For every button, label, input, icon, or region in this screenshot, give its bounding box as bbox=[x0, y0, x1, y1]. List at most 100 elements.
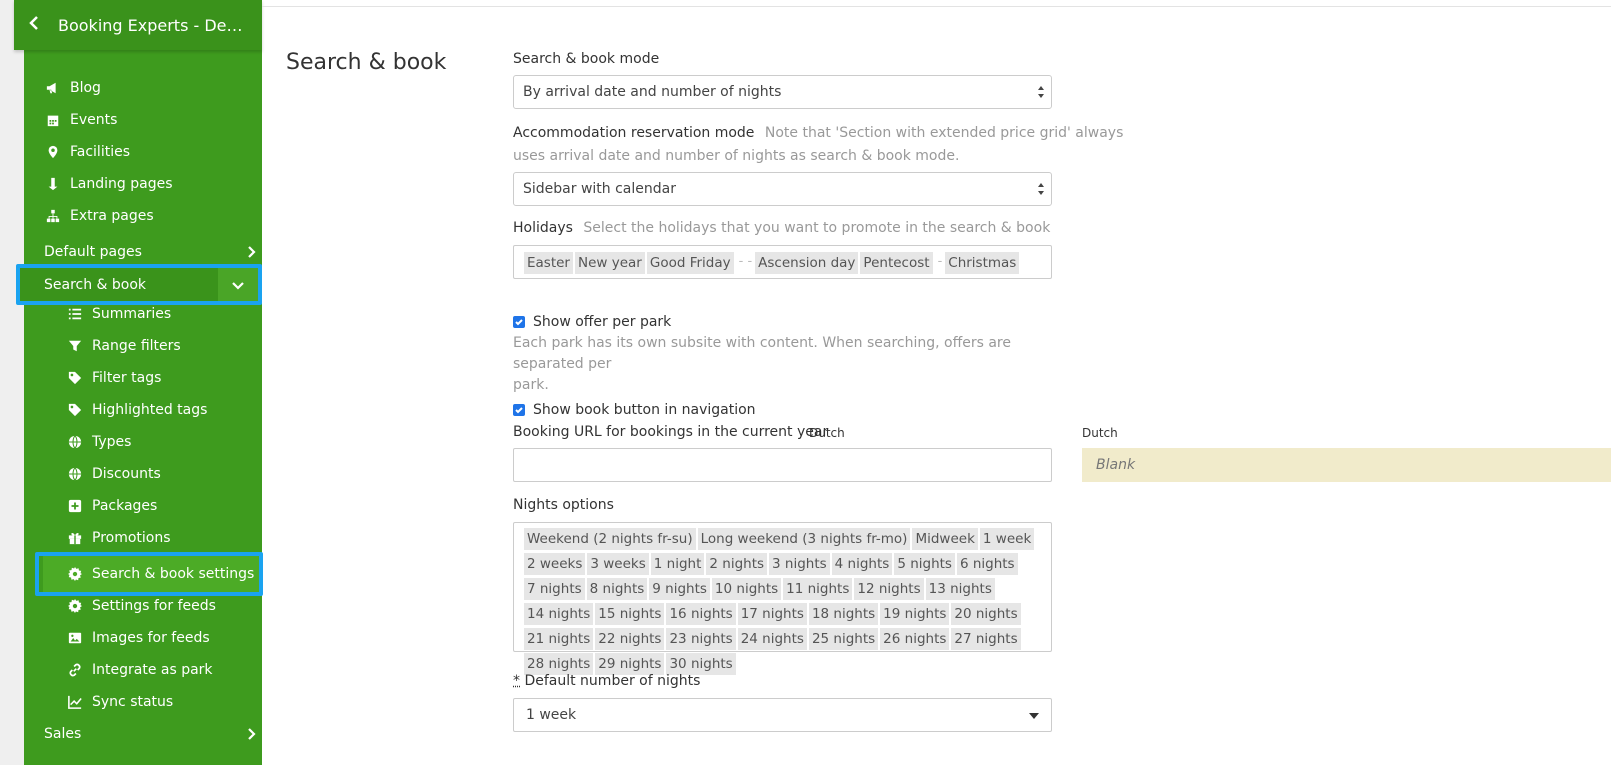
sidebar-item-images-for-feeds[interactable]: Images for feeds bbox=[66, 622, 210, 654]
nights-option-tag[interactable]: 20 nights bbox=[951, 603, 1021, 625]
sidebar-item-events[interactable]: Events bbox=[44, 104, 117, 136]
holiday-tag[interactable]: New year bbox=[575, 252, 645, 274]
nights-option-tag[interactable]: 2 weeks bbox=[524, 553, 586, 575]
nights-option-tag[interactable]: 9 nights bbox=[649, 578, 710, 600]
sidebar-item-sync-status[interactable]: Sync status bbox=[66, 686, 173, 718]
nights-option-tag[interactable]: 3 nights bbox=[769, 553, 830, 575]
sidebar-item-packages[interactable]: Packages bbox=[66, 490, 157, 522]
sidebar-item-highlighted-tags[interactable]: Highlighted tags bbox=[66, 394, 207, 426]
nights-option-tag[interactable]: 6 nights bbox=[956, 553, 1018, 575]
filter-icon bbox=[66, 339, 84, 353]
sidebar-item-settings-for-feeds[interactable]: Settings for feeds bbox=[66, 590, 216, 622]
back-chevron-icon[interactable] bbox=[14, 15, 54, 36]
nights-option-tag[interactable]: 23 nights bbox=[666, 628, 736, 650]
holiday-tag[interactable]: Pentecost bbox=[860, 252, 933, 274]
nights-option-tag[interactable]: 24 nights bbox=[737, 628, 807, 650]
nights-option-tag[interactable]: Midweek bbox=[912, 528, 978, 550]
divider bbox=[262, 6, 1611, 7]
sidebar-item-discounts[interactable]: Discounts bbox=[66, 458, 161, 490]
nights-option-tag[interactable]: 12 nights bbox=[854, 578, 924, 600]
sidebar-item-extra-pages[interactable]: Extra pages bbox=[44, 200, 154, 232]
sidebar-item-sales[interactable]: Sales bbox=[44, 718, 258, 750]
nights-option-tag[interactable]: 22 nights bbox=[595, 628, 665, 650]
show-book-button-checkbox[interactable] bbox=[513, 404, 525, 416]
nights-options-multiselect[interactable]: Weekend (2 nights fr-su) Long weekend (3 … bbox=[513, 522, 1052, 675]
nights-option-tag[interactable]: 7 nights bbox=[524, 578, 585, 600]
show-offer-row[interactable]: Show offer per park bbox=[513, 314, 671, 330]
show-offer-note-line: park. bbox=[513, 377, 549, 393]
nights-option-tag[interactable]: 19 nights bbox=[880, 603, 950, 625]
globe-icon bbox=[66, 467, 84, 481]
translation-blank-text: Blank bbox=[1096, 457, 1136, 473]
sidebar-item-label: Settings for feeds bbox=[92, 598, 216, 614]
show-book-button-row[interactable]: Show book button in navigation bbox=[513, 402, 756, 418]
show-offer-note-line: Each park has its own subsite with conte… bbox=[513, 335, 1011, 372]
nights-option-tag[interactable]: 27 nights bbox=[951, 628, 1021, 650]
nights-option-tag[interactable]: 10 nights bbox=[711, 578, 782, 600]
default-nights-label-row: * Default number of nights bbox=[513, 673, 700, 689]
sidebar-item-search-book[interactable]: Search & book bbox=[20, 268, 258, 301]
nights-option-tag[interactable]: 29 nights bbox=[595, 653, 665, 675]
globe-icon bbox=[66, 435, 84, 449]
tag-icon bbox=[66, 371, 84, 385]
sidebar-item-default-pages[interactable]: Default pages bbox=[44, 236, 258, 268]
reservation-mode-label-row: Accommodation reservation mode Note that… bbox=[513, 125, 1123, 141]
sidebar-item-search-book-settings[interactable]: Search & book settings bbox=[66, 558, 254, 590]
chevron-right-icon bbox=[244, 245, 258, 259]
nights-option-tag[interactable]: 30 nights bbox=[666, 653, 736, 675]
search-mode-select[interactable]: By arrival date and number of nights bbox=[513, 75, 1052, 109]
holiday-tag[interactable]: Christmas bbox=[945, 252, 1020, 274]
nights-option-tag[interactable]: Weekend (2 nights fr-su) bbox=[524, 528, 696, 550]
booking-url-label: Booking URL for bookings in the current … bbox=[513, 424, 829, 440]
chevron-down-icon[interactable] bbox=[218, 268, 258, 301]
holiday-tag[interactable]: Good Friday bbox=[646, 252, 734, 274]
sidebar-item-facilities[interactable]: Facilities bbox=[44, 136, 130, 168]
booking-url-input[interactable] bbox=[513, 448, 1052, 482]
sidebar-item-range-filters[interactable]: Range filters bbox=[66, 330, 181, 362]
site-title[interactable]: Booking Experts - Dem… bbox=[58, 16, 248, 35]
sidebar-item-filter-tags[interactable]: Filter tags bbox=[66, 362, 161, 394]
sidebar-item-label: Range filters bbox=[92, 338, 181, 354]
nights-option-tag[interactable]: 15 nights bbox=[595, 603, 665, 625]
nights-option-tag[interactable]: 8 nights bbox=[586, 578, 648, 600]
reservation-mode-note-cont: uses arrival date and number of nights a… bbox=[513, 148, 960, 164]
sitemap-icon bbox=[44, 209, 62, 223]
nights-option-tag[interactable]: 1 week bbox=[979, 528, 1035, 550]
sidebar-item-landing-pages[interactable]: Landing pages bbox=[44, 168, 173, 200]
reservation-mode-select[interactable]: Sidebar with calendar bbox=[513, 172, 1052, 206]
default-nights-select[interactable]: 1 week bbox=[513, 698, 1052, 732]
nights-option-tag[interactable]: 3 weeks bbox=[587, 553, 649, 575]
nights-option-tag[interactable]: 16 nights bbox=[666, 603, 736, 625]
nights-option-tag[interactable]: 2 nights bbox=[706, 553, 768, 575]
page: Booking Experts - Dem… Blog Events Facil… bbox=[0, 0, 1611, 765]
nights-option-tag[interactable]: Long weekend (3 nights fr-mo) bbox=[697, 528, 911, 550]
sidebar-item-blog[interactable]: Blog bbox=[44, 72, 101, 104]
link-icon bbox=[66, 663, 84, 677]
nights-option-tag[interactable]: 13 nights bbox=[925, 578, 995, 600]
holiday-tag[interactable]: Easter bbox=[524, 252, 573, 274]
nights-option-tag[interactable]: 14 nights bbox=[524, 603, 594, 625]
tag-icon bbox=[66, 403, 84, 417]
nights-option-tag[interactable]: 21 nights bbox=[524, 628, 594, 650]
sidebar-item-integrate-as-park[interactable]: Integrate as park bbox=[66, 654, 213, 686]
holiday-tag[interactable]: Ascension day bbox=[755, 252, 859, 274]
sidebar-item-types[interactable]: Types bbox=[66, 426, 131, 458]
sidebar-item-label: Extra pages bbox=[70, 208, 154, 224]
nights-option-tag[interactable]: 17 nights bbox=[737, 603, 807, 625]
nights-option-tag[interactable]: 25 nights bbox=[808, 628, 879, 650]
caret-down-icon bbox=[1029, 713, 1039, 719]
nights-option-tag[interactable]: 28 nights bbox=[524, 653, 594, 675]
chevron-right-icon bbox=[244, 727, 258, 741]
nights-option-tag[interactable]: 11 nights bbox=[783, 578, 853, 600]
select-arrows-icon bbox=[1037, 85, 1045, 99]
nights-option-tag[interactable]: 18 nights bbox=[808, 603, 879, 625]
holidays-multiselect[interactable]: Easter New year Good Friday - - Ascensio… bbox=[513, 245, 1052, 279]
show-offer-checkbox[interactable] bbox=[513, 316, 525, 328]
nights-option-tag[interactable]: 1 night bbox=[650, 553, 705, 575]
nights-option-tag[interactable]: 26 nights bbox=[880, 628, 950, 650]
sidebar-item-summaries[interactable]: Summaries bbox=[66, 298, 171, 330]
holidays-note: Select the holidays that you want to pro… bbox=[583, 220, 1051, 236]
nights-option-tag[interactable]: 5 nights bbox=[894, 553, 955, 575]
nights-option-tag[interactable]: 4 nights bbox=[831, 553, 893, 575]
sidebar-item-promotions[interactable]: Promotions bbox=[66, 522, 171, 554]
